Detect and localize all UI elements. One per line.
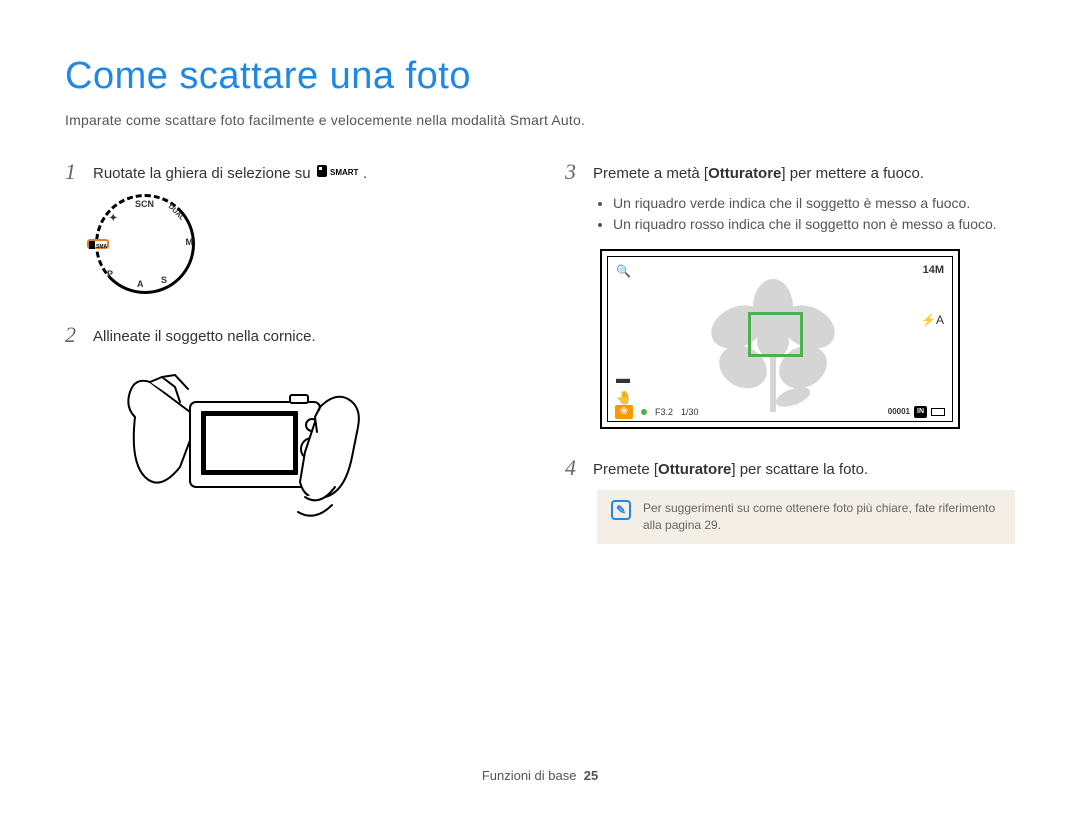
- footer-section: Funzioni di base: [482, 768, 577, 783]
- step-number: 4: [565, 457, 581, 479]
- mode-dial-illustration: SMART SCN DUAL M S A P ✦: [95, 194, 515, 294]
- step1-before: Ruotate la ghiera di selezione su: [93, 165, 315, 182]
- step-2: 2 Allineate il soggetto nella cornice.: [65, 324, 515, 347]
- page-subtitle: Imparate come scattare foto facilmente e…: [65, 111, 1015, 131]
- content-columns: 1 Ruotate la ghiera di selezione su SMAR…: [65, 161, 1015, 569]
- dial-smart-pointer: SMART: [87, 239, 109, 249]
- dial-label-m: M: [186, 236, 194, 249]
- step4-after: ] per scattare la foto.: [731, 461, 868, 478]
- step-4: 4 Premete [Otturatore] per scattare la f…: [565, 457, 1015, 480]
- battery-icon: [931, 408, 945, 416]
- note-icon: ✎: [611, 500, 631, 520]
- bullet-red: Un riquadro rosso indica che il soggetto…: [613, 215, 1015, 235]
- dial-label-scn: SCN: [135, 198, 154, 211]
- display-bottom-strip: ❀ F3.2 1/30 00001 IN: [609, 404, 951, 420]
- shutter-value: 1/30: [681, 406, 699, 419]
- step-1: 1 Ruotate la ghiera di selezione su SMAR…: [65, 161, 515, 185]
- step-text: Premete a metà [Otturatore] per mettere …: [593, 161, 924, 184]
- page-title: Come scattare una foto: [65, 50, 1015, 103]
- footer-page-number: 25: [584, 768, 598, 783]
- page-footer: Funzioni di base 25: [0, 767, 1080, 785]
- note-text: Per suggerimenti su come ottenere foto p…: [643, 500, 1001, 534]
- aperture-value: F3.2: [655, 406, 673, 419]
- step4-before: Premete [: [593, 461, 658, 478]
- step3-bold: Otturatore: [708, 165, 781, 182]
- dial-label-p: P: [107, 268, 113, 281]
- tip-note-box: ✎ Per suggerimenti su come ottenere foto…: [597, 490, 1015, 544]
- focus-confirm-dot: [641, 409, 647, 415]
- dial-label-s: S: [161, 274, 167, 287]
- step-number: 1: [65, 161, 81, 183]
- shot-counter: 00001: [888, 406, 910, 417]
- step-text: Premete [Otturatore] per scattare la fot…: [593, 457, 868, 480]
- smart-mode-icon: SMART: [317, 163, 361, 184]
- flash-indicator-icon: ⚡A: [921, 312, 944, 329]
- step1-after: .: [363, 165, 367, 182]
- svg-text:SMART: SMART: [330, 168, 359, 177]
- step4-bold: Otturatore: [658, 461, 731, 478]
- focus-rectangle: [748, 312, 803, 357]
- macro-icon: ❀: [615, 405, 633, 419]
- storage-indicator: IN: [914, 406, 927, 418]
- camera-hold-illustration: [120, 357, 515, 538]
- step-number: 2: [65, 324, 81, 346]
- step-text: Allineate il soggetto nella cornice.: [93, 324, 316, 347]
- camera-display-illustration: 🔍 14M ⚡A ▬ 🤚 ❀ F3.2 1/30 00001 IN: [600, 249, 1015, 429]
- bullet-green: Un riquadro verde indica che il soggetto…: [613, 194, 1015, 214]
- step3-before: Premete a metà [: [593, 165, 708, 182]
- dial-label-a: A: [137, 278, 144, 291]
- dial-label-star: ✦: [109, 212, 117, 226]
- right-column: 3 Premete a metà [Otturatore] per metter…: [565, 161, 1015, 569]
- step-text: Ruotate la ghiera di selezione su SMART.: [93, 161, 367, 185]
- battery-small-icon: ▬: [616, 369, 630, 389]
- zoom-indicator-icon: 🔍: [616, 263, 631, 280]
- left-column: 1 Ruotate la ghiera di selezione su SMAR…: [65, 161, 515, 569]
- focus-bullets: Un riquadro verde indica che il soggetto…: [613, 194, 1015, 235]
- resolution-indicator: 14M: [923, 263, 944, 278]
- step-3: 3 Premete a metà [Otturatore] per metter…: [565, 161, 1015, 184]
- svg-text:SMART: SMART: [96, 244, 107, 249]
- step3-after: ] per mettere a fuoco.: [781, 165, 924, 182]
- step-number: 3: [565, 161, 581, 183]
